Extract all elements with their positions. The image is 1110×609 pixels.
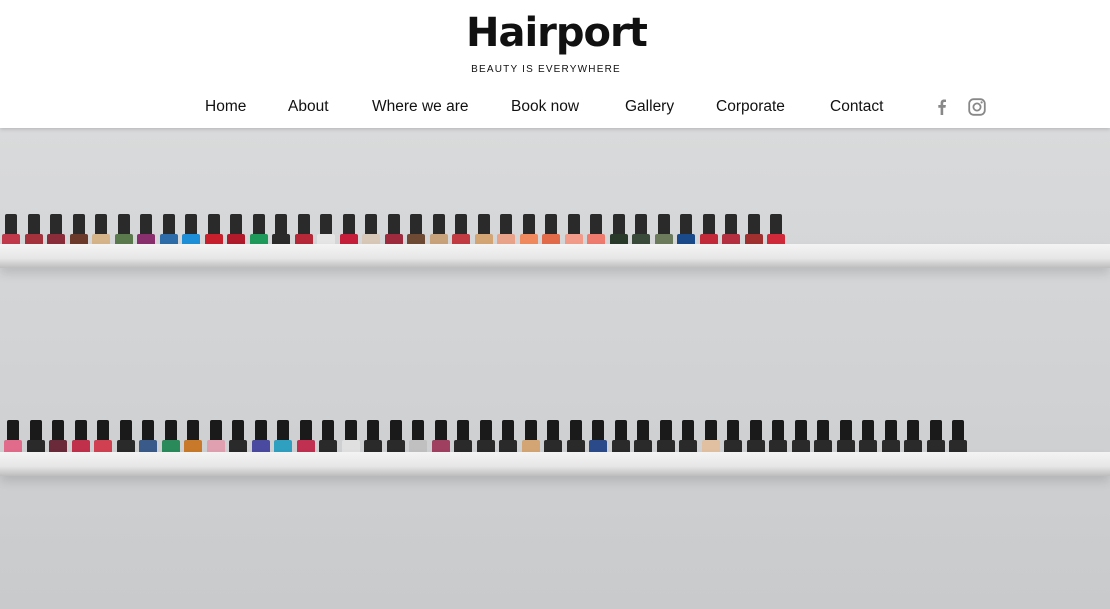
polish-bottle xyxy=(274,420,292,454)
polish-bottle xyxy=(881,420,900,454)
polish-bottle xyxy=(204,214,223,248)
polish-bottle xyxy=(926,420,945,454)
polish-bottle xyxy=(791,420,810,454)
polish-bottle xyxy=(634,420,652,454)
polish-bottle xyxy=(611,420,630,454)
polish-bottle xyxy=(859,420,877,454)
bottom-shelf xyxy=(0,452,1110,476)
polish-bottle xyxy=(386,420,405,454)
polish-bottle xyxy=(26,420,45,454)
polish-bottle xyxy=(409,420,427,454)
polish-bottle xyxy=(744,214,763,248)
top-shelf-polish-row xyxy=(2,204,790,248)
top-shelf xyxy=(0,244,1110,268)
nav-book-now[interactable]: Book now xyxy=(511,95,579,119)
site-header: Hairport BEAUTY IS EVERYWHERE Home About… xyxy=(0,0,1110,128)
nav-about[interactable]: About xyxy=(288,95,329,119)
polish-bottle xyxy=(521,420,540,454)
polish-bottle xyxy=(317,214,335,248)
nav-contact[interactable]: Contact xyxy=(830,95,883,119)
polish-bottle xyxy=(2,214,20,248)
polish-bottle xyxy=(587,214,605,248)
polish-bottle xyxy=(429,214,448,248)
polish-bottle xyxy=(431,420,450,454)
nav-gallery[interactable]: Gallery xyxy=(625,95,674,119)
polish-bottle xyxy=(362,214,380,248)
polish-bottle xyxy=(814,420,832,454)
polish-bottle xyxy=(746,420,765,454)
polish-bottle xyxy=(116,420,135,454)
polish-bottle xyxy=(474,214,493,248)
polish-bottle xyxy=(699,214,718,248)
polish-bottle xyxy=(767,214,785,248)
polish-bottle xyxy=(836,420,855,454)
facebook-icon[interactable] xyxy=(932,97,952,117)
bottom-shelf-polish-row xyxy=(4,410,972,454)
polish-bottle xyxy=(114,214,133,248)
polish-bottle xyxy=(499,420,517,454)
polish-bottle xyxy=(566,420,585,454)
polish-bottle xyxy=(632,214,650,248)
polish-bottle xyxy=(229,420,247,454)
polish-bottle xyxy=(24,214,43,248)
polish-bottle xyxy=(384,214,403,248)
hero-image xyxy=(0,128,1110,609)
polish-bottle xyxy=(296,420,315,454)
hairport-logo[interactable]: Hairport BEAUTY IS EVERYWHERE xyxy=(466,10,648,75)
polish-bottle xyxy=(544,420,562,454)
polish-bottle xyxy=(724,420,742,454)
polish-bottle xyxy=(904,420,922,454)
polish-bottle xyxy=(949,420,967,454)
polish-bottle xyxy=(319,420,337,454)
polish-bottle xyxy=(407,214,425,248)
polish-bottle xyxy=(654,214,673,248)
polish-bottle xyxy=(159,214,178,248)
nav-corporate[interactable]: Corporate xyxy=(716,95,785,119)
polish-bottle xyxy=(519,214,538,248)
polish-bottle xyxy=(92,214,110,248)
polish-bottle xyxy=(4,420,22,454)
polish-bottle xyxy=(677,214,695,248)
polish-bottle xyxy=(364,420,382,454)
polish-bottle xyxy=(339,214,358,248)
polish-bottle xyxy=(452,214,470,248)
polish-bottle xyxy=(227,214,245,248)
polish-bottle xyxy=(184,420,202,454)
polish-bottle xyxy=(69,214,88,248)
polish-bottle xyxy=(679,420,697,454)
polish-bottle xyxy=(94,420,112,454)
nav-where-we-are[interactable]: Where we are xyxy=(372,95,468,119)
polish-bottle xyxy=(454,420,472,454)
polish-bottle xyxy=(476,420,495,454)
polish-bottle xyxy=(49,420,67,454)
polish-bottle xyxy=(249,214,268,248)
polish-bottle xyxy=(71,420,90,454)
polish-bottle xyxy=(497,214,515,248)
polish-bottle xyxy=(722,214,740,248)
logo-wordmark: Hairport xyxy=(466,10,648,56)
polish-bottle xyxy=(769,420,787,454)
polish-bottle xyxy=(182,214,200,248)
polish-bottle xyxy=(294,214,313,248)
polish-bottle xyxy=(251,420,270,454)
logo-tagline: BEAUTY IS EVERYWHERE xyxy=(471,64,621,75)
polish-bottle xyxy=(341,420,360,454)
polish-bottle xyxy=(542,214,560,248)
polish-bottle xyxy=(656,420,675,454)
polish-bottle xyxy=(161,420,180,454)
polish-bottle xyxy=(47,214,65,248)
instagram-icon[interactable] xyxy=(967,97,987,117)
polish-bottle xyxy=(272,214,290,248)
polish-bottle xyxy=(137,214,155,248)
polish-bottle xyxy=(609,214,628,248)
polish-bottle xyxy=(139,420,157,454)
nav-home[interactable]: Home xyxy=(205,95,246,119)
polish-bottle xyxy=(206,420,225,454)
polish-bottle xyxy=(589,420,607,454)
polish-bottle xyxy=(564,214,583,248)
polish-bottle xyxy=(701,420,720,454)
